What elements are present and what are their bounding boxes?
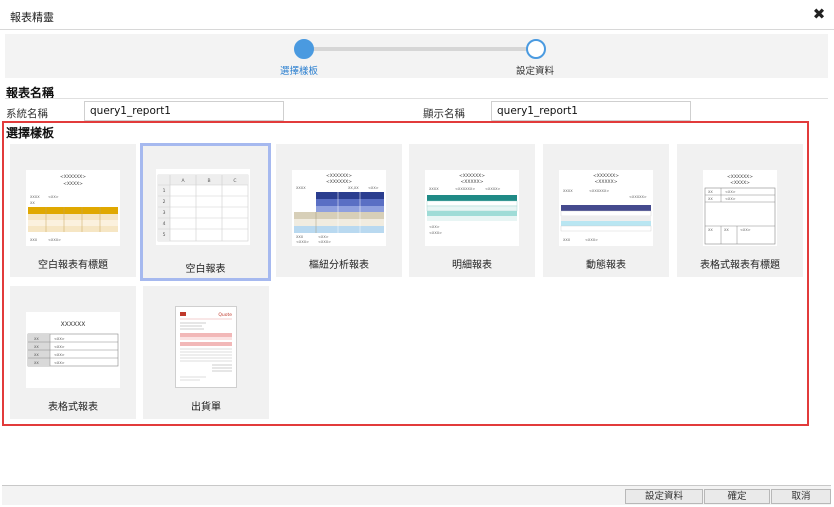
display-name-label: 顯示名稱 — [423, 108, 465, 120]
template-name: 動態報表 — [586, 260, 626, 271]
svg-text:<XX>: <XX> — [54, 345, 65, 349]
dialog-titlebar: 報表精靈 ✖ — [0, 0, 834, 30]
cancel-button[interactable]: 取消 — [771, 489, 831, 504]
template-card-pivot[interactable]: <XXXXXX> <XXXXXX> XXXX XX,XX <XX> XXX <X… — [276, 144, 402, 277]
svg-text:<XXXX>: <XXXX> — [730, 180, 750, 186]
close-icon[interactable]: ✖ — [810, 5, 828, 23]
svg-text:<XX>: <XX> — [725, 190, 736, 194]
template-card-blank[interactable]: A B C 1 2 3 4 5 空白報表 — [140, 143, 271, 281]
wizard-step-2-indicator[interactable] — [526, 39, 546, 59]
svg-text:<XX>: <XX> — [54, 337, 65, 341]
section-divider — [5, 98, 828, 99]
svg-text:XX: XX — [708, 228, 713, 232]
system-name-label: 系統名稱 — [6, 108, 48, 120]
template-name: 空白報表有標題 — [38, 260, 108, 271]
template-thumbnail: <XXXXXX> <XXXX> XXXX <XX> XX XXX <XXX> — [26, 170, 120, 246]
svg-text:XX: XX — [708, 190, 713, 194]
thumb-row-3: 3 — [163, 210, 166, 216]
svg-text:<XXX>: <XXX> — [318, 240, 331, 244]
svg-text:XX: XX — [34, 353, 39, 357]
svg-text:XX: XX — [708, 197, 713, 201]
svg-text:XXX: XXX — [30, 238, 38, 242]
confirm-button[interactable]: 確定 — [704, 489, 770, 504]
svg-text:<XX>: <XX> — [725, 197, 736, 201]
settings-data-button[interactable]: 設定資料 — [625, 489, 703, 504]
template-section-title: 選擇樣板 — [6, 126, 55, 140]
thumb-row-5: 5 — [163, 232, 166, 238]
wizard-step-1-label[interactable]: 選擇樣板 — [280, 63, 318, 77]
template-card-invoice[interactable]: Quote 出貨單 — [143, 286, 269, 419]
thumb-row-2: 2 — [163, 199, 166, 205]
thumb-tabular-title: XXXXXX — [61, 321, 86, 328]
thumb-row-4: 4 — [163, 221, 166, 227]
thumb-title-text: <XXXXXX> — [60, 174, 86, 180]
template-thumbnail: <XXXXXX> <XXXX> XX <XX> XX <XX> XX XX <X… — [703, 170, 777, 246]
template-card-dynamic[interactable]: <XXXXXX> <XXXXX> XXXX <XXXXXX> <XXXXX> X… — [543, 144, 669, 277]
dialog-footer: 設定資料 確定 取消 — [2, 485, 831, 505]
svg-text:XXXX: XXXX — [563, 189, 573, 193]
svg-text:<XXXXXX>: <XXXXXX> — [326, 179, 352, 185]
template-card-detail[interactable]: <XXXXXX> <XXXXX> XXXX <XXXXXX> <XXXX> <X… — [409, 144, 535, 277]
template-card-tabular[interactable]: XXXXXX XX <XX> XX <XX> XX <XX> XX <XX> 表… — [10, 286, 136, 419]
svg-text:<XXXXX>: <XXXXX> — [629, 195, 647, 199]
svg-text:<XXXXXX>: <XXXXXX> — [593, 173, 619, 179]
wizard-step-1-indicator[interactable] — [294, 39, 314, 59]
svg-text:<XXX>: <XXX> — [429, 231, 442, 235]
svg-text:XX: XX — [34, 337, 39, 341]
thumb-invoice-title: Quote — [218, 312, 232, 318]
template-name: 出貨單 — [191, 402, 221, 413]
display-name-input[interactable] — [491, 101, 691, 121]
svg-text:XXXX: XXXX — [296, 186, 306, 190]
svg-text:<XX>: <XX> — [54, 353, 65, 357]
svg-text:XXX: XXX — [563, 238, 571, 242]
svg-text:<XX>: <XX> — [740, 228, 751, 232]
wizard-step-2-label[interactable]: 設定資料 — [516, 63, 554, 77]
svg-text:<XXXXXX>: <XXXXXX> — [326, 173, 352, 179]
svg-text:XX: XX — [34, 361, 39, 365]
thumb-subtitle-text: <XXXX> — [63, 181, 83, 187]
svg-text:<XX>: <XX> — [48, 195, 59, 199]
template-name: 表格式報表有標題 — [700, 260, 780, 271]
template-thumbnail: Quote — [175, 306, 237, 388]
thumb-column-b: B — [207, 178, 210, 184]
svg-text:<XXX>: <XXX> — [48, 238, 61, 242]
svg-text:<XXX>: <XXX> — [585, 238, 598, 242]
svg-text:XXXX: XXXX — [30, 195, 40, 199]
template-thumbnail: <XXXXXX> <XXXXX> XXXX <XXXXXX> <XXXXX> X… — [559, 170, 653, 246]
svg-text:<XXXXX>: <XXXXX> — [595, 179, 618, 185]
wizard-progress-line — [303, 47, 541, 51]
svg-text:<XX>: <XX> — [429, 225, 440, 229]
thumb-row-1: 1 — [163, 188, 166, 194]
svg-text:<XX>: <XX> — [54, 361, 65, 365]
template-card-tabular-with-title[interactable]: <XXXXXX> <XXXX> XX <XX> XX <XX> XX XX <X… — [677, 144, 803, 277]
svg-text:XXX: XXX — [296, 235, 304, 239]
thumb-column-c: C — [233, 178, 236, 184]
svg-text:<XXXXXX>: <XXXXXX> — [727, 174, 753, 180]
template-thumbnail: XXXXXX XX <XX> XX <XX> XX <XX> XX <XX> — [26, 312, 120, 388]
svg-text:XX: XX — [30, 201, 35, 205]
template-name: 空白報表 — [185, 264, 226, 275]
svg-text:<XX>: <XX> — [368, 186, 379, 190]
dialog-title: 報表精靈 — [10, 11, 54, 24]
template-name: 明細報表 — [452, 260, 492, 271]
template-thumbnail: <XXXXXX> <XXXXX> XXXX <XXXXXX> <XXXX> <X… — [425, 170, 519, 246]
template-name: 樞紐分析報表 — [309, 260, 369, 271]
svg-text:XX,XX: XX,XX — [348, 186, 359, 190]
svg-text:<XX>: <XX> — [318, 235, 329, 239]
svg-text:XX: XX — [34, 345, 39, 349]
svg-text:<XXXXX>: <XXXXX> — [461, 179, 484, 185]
svg-text:<XXXXXX>: <XXXXXX> — [589, 189, 609, 193]
svg-text:<XXX>: <XXX> — [296, 240, 309, 244]
svg-text:XXXX: XXXX — [429, 187, 439, 191]
template-card-blank-with-title[interactable]: <XXXXXX> <XXXX> XXXX <XX> XX XXX <XXX> 空… — [10, 144, 136, 277]
wizard-steps: 選擇樣板 設定資料 — [5, 34, 828, 78]
template-name: 表格式報表 — [48, 402, 98, 413]
system-name-input[interactable] — [84, 101, 284, 121]
svg-text:XX: XX — [724, 228, 729, 232]
svg-text:<XXXXXX>: <XXXXXX> — [455, 187, 475, 191]
svg-text:<XXXXXX>: <XXXXXX> — [459, 173, 485, 179]
template-thumbnail: A B C 1 2 3 4 5 — [156, 169, 250, 245]
svg-text:<XXXX>: <XXXX> — [485, 187, 501, 191]
template-thumbnail: <XXXXXX> <XXXXXX> XXXX XX,XX <XX> XXX <X… — [292, 170, 386, 246]
